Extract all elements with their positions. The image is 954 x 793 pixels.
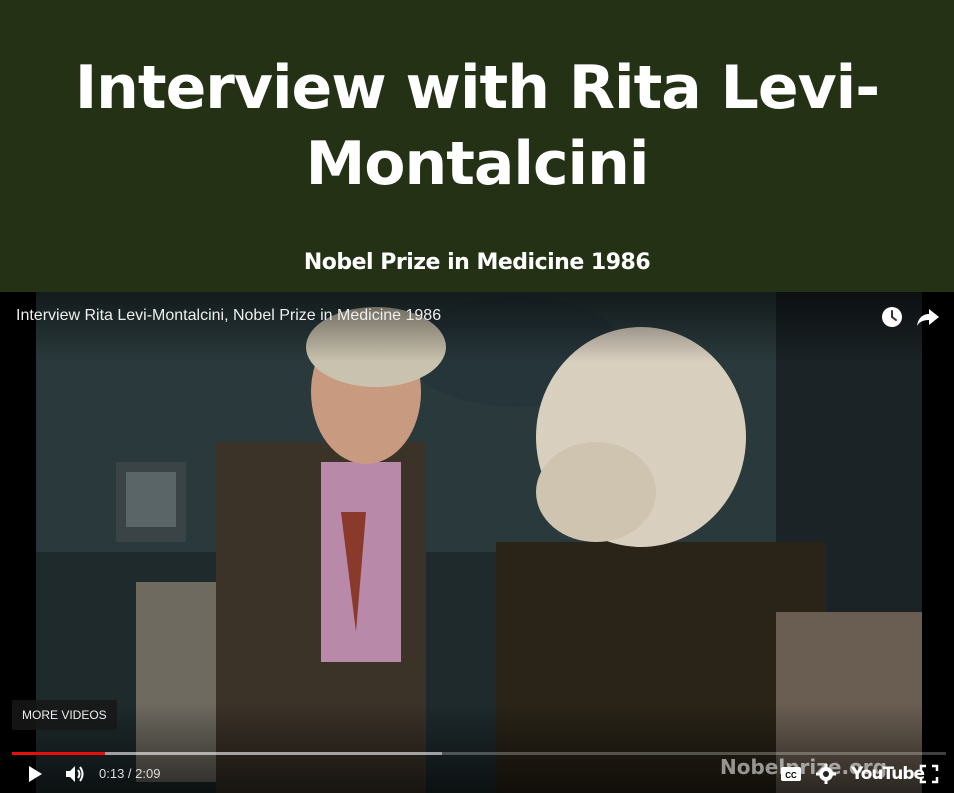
share-arrow-icon[interactable]: [915, 304, 941, 330]
gear-icon[interactable]: [814, 762, 838, 786]
clock-icon[interactable]: [879, 304, 905, 330]
svg-text:CC: CC: [785, 771, 797, 780]
video-player[interactable]: Interview Rita Levi-Montalcini, Nobel Pr…: [0, 292, 954, 793]
more-videos-button[interactable]: MORE VIDEOS: [12, 700, 117, 730]
volume-icon[interactable]: [63, 762, 87, 786]
youtube-logo[interactable]: YouTube: [851, 764, 925, 784]
page-subtitle: Nobel Prize in Medicine 1986: [303, 250, 651, 275]
page-title: Interview with Rita Levi-Montalcini: [74, 53, 880, 199]
fullscreen-icon[interactable]: [917, 762, 941, 786]
time-display: 0:13 / 2:09: [99, 766, 161, 781]
top-gradient: [0, 292, 954, 362]
cc-icon[interactable]: CC: [779, 762, 803, 786]
play-icon[interactable]: [22, 762, 46, 786]
video-title[interactable]: Interview Rita Levi-Montalcini, Nobel Pr…: [16, 306, 441, 326]
page-header: Interview with Rita Levi-Montalcini Nobe…: [0, 0, 954, 292]
progress-played: [12, 752, 106, 755]
